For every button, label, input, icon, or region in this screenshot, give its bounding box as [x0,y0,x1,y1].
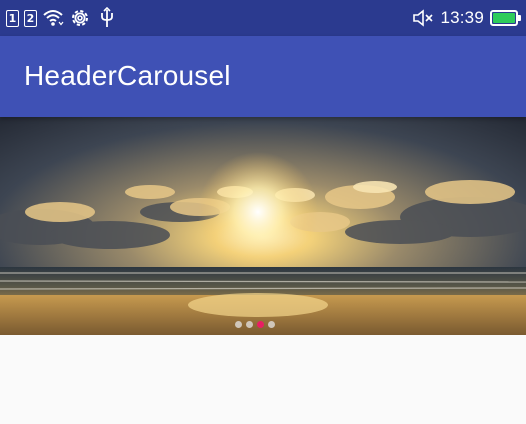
content-area [0,335,526,424]
sim2-icon: 2 [24,9,37,27]
header-carousel[interactable] [0,117,526,335]
page-title: HeaderCarousel [24,60,231,91]
mute-icon [412,7,434,29]
status-clock: 13:39 [440,8,484,27]
indicator-dot[interactable] [246,321,253,328]
indicator-dot-active[interactable] [257,321,264,328]
usb-icon [96,7,118,29]
wifi-icon [42,7,64,29]
sim1-icon: 1 [6,9,19,27]
settings-icon [69,7,91,29]
battery-fill [493,13,515,23]
sim2-label: 2 [26,11,35,25]
carousel-indicators [235,321,275,328]
indicator-dot[interactable] [235,321,242,328]
status-bar: 1 2 13:39 [0,0,526,36]
status-right-icons: 13:39 [412,6,521,30]
status-left-icons: 1 2 [6,6,118,30]
sim1-label: 1 [8,11,17,25]
carousel-slide-image [0,117,526,335]
app-bar: HeaderCarousel [0,36,526,117]
battery-icon [490,10,521,26]
indicator-dot[interactable] [268,321,275,328]
